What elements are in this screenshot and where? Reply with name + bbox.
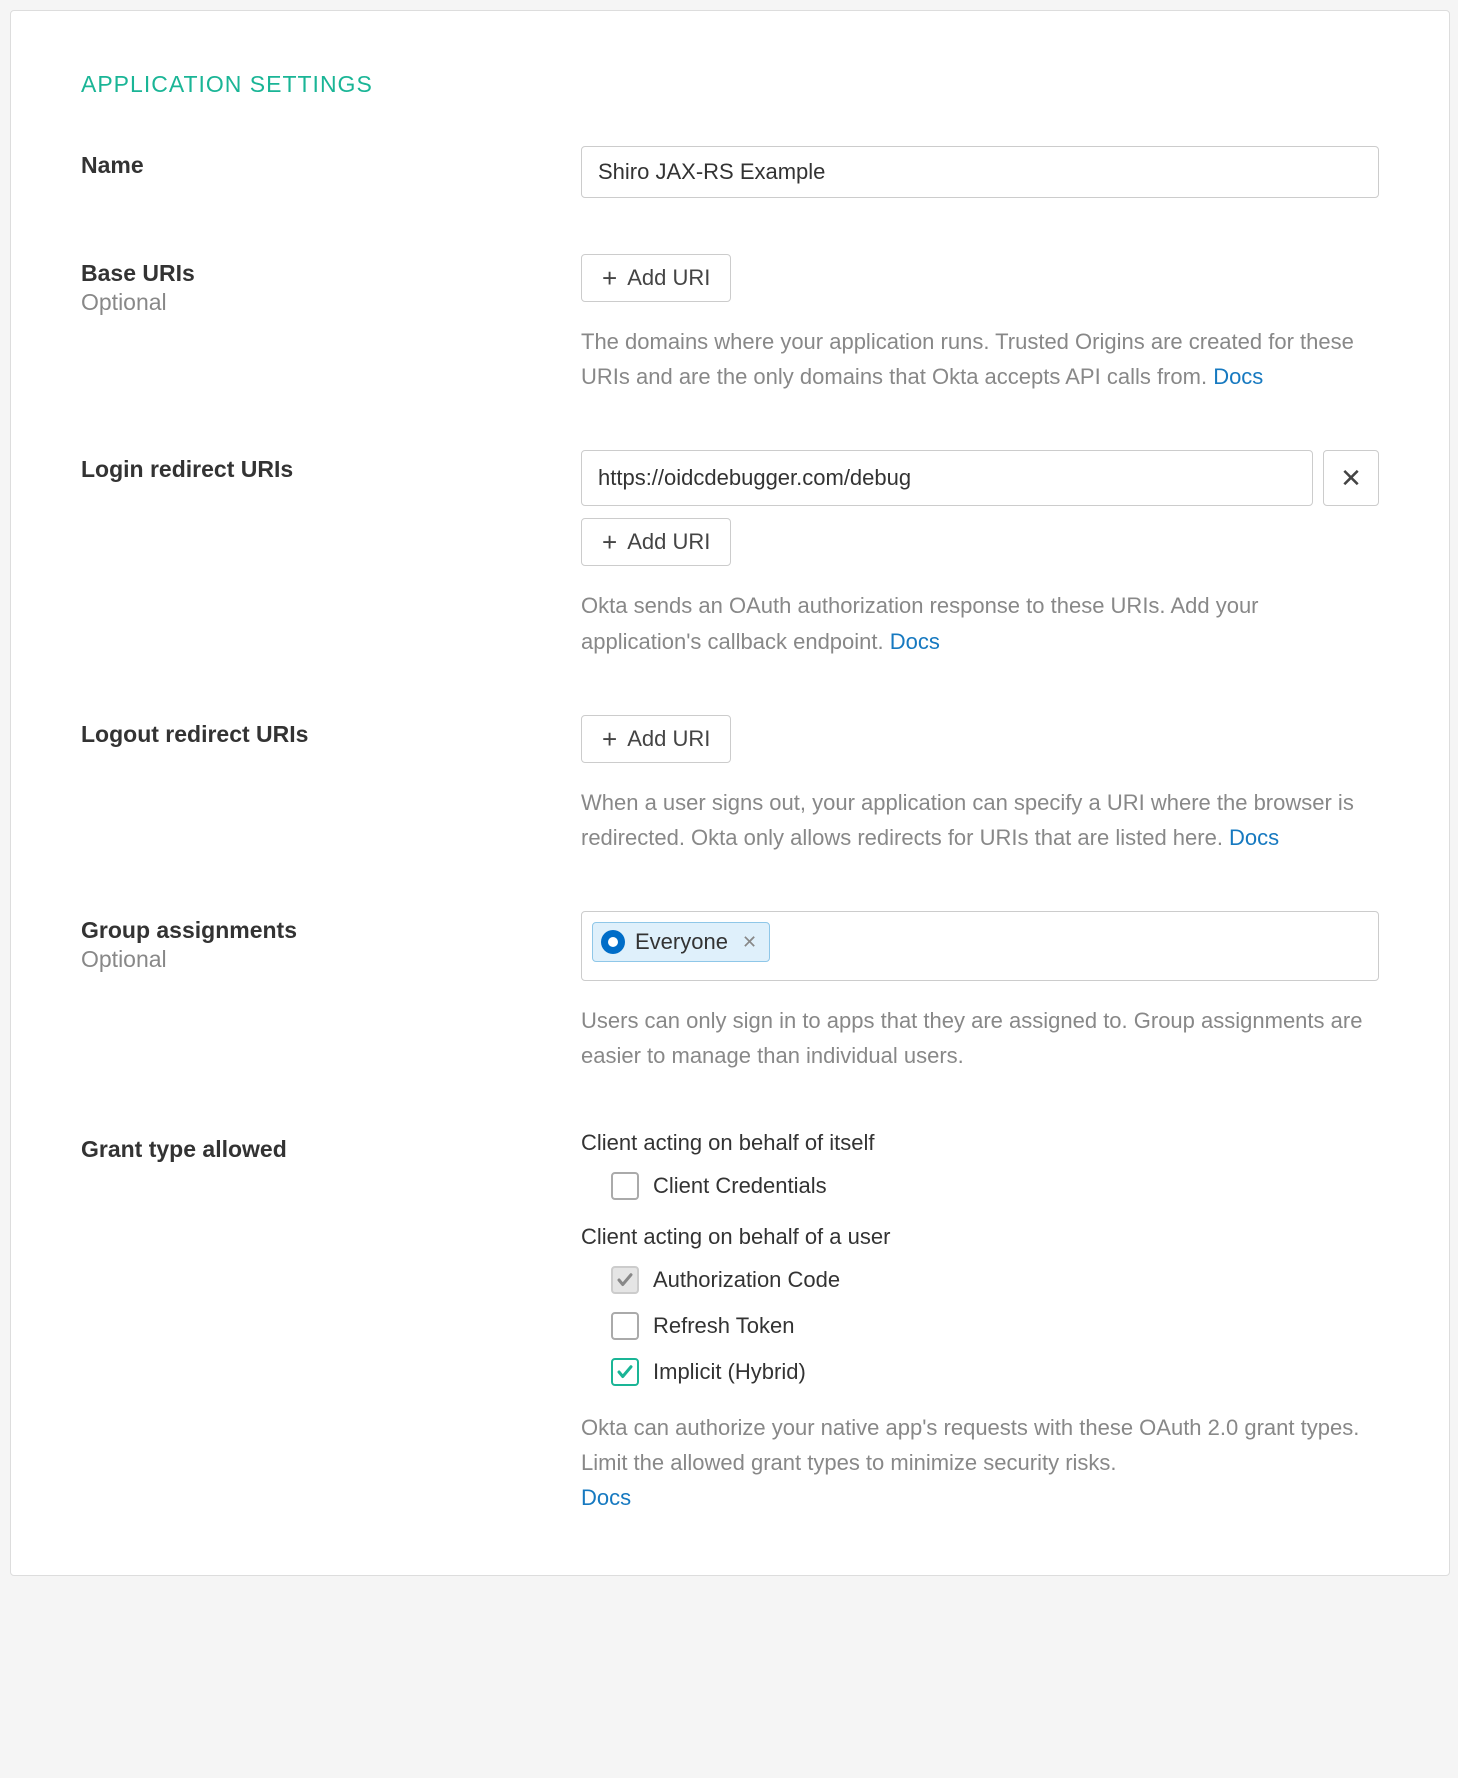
group-assignments-sublabel: Optional <box>81 946 581 973</box>
login-redirect-docs-link[interactable]: Docs <box>890 629 940 654</box>
add-uri-label: Add URI <box>627 726 710 752</box>
row-login-redirect: Login redirect URIs ✕ + Add URI Okta sen… <box>81 450 1379 658</box>
application-settings-panel: APPLICATION SETTINGS Name Base URIs Opti… <box>10 10 1450 1576</box>
client-credentials-label: Client Credentials <box>653 1173 827 1199</box>
grant-user-heading: Client acting on behalf of a user <box>581 1224 1379 1250</box>
grant-self-heading: Client acting on behalf of itself <box>581 1130 1379 1156</box>
base-uris-docs-link[interactable]: Docs <box>1213 364 1263 389</box>
base-uris-label: Base URIs <box>81 260 581 287</box>
checkbox-implicit-hybrid[interactable] <box>611 1358 639 1386</box>
base-uris-sublabel: Optional <box>81 289 581 316</box>
close-icon: ✕ <box>1340 463 1362 494</box>
logout-redirect-help: When a user signs out, your application … <box>581 785 1379 855</box>
group-chip-everyone[interactable]: Everyone ✕ <box>592 922 770 962</box>
authorization-code-label: Authorization Code <box>653 1267 840 1293</box>
plus-icon: + <box>602 265 617 291</box>
group-assignments-label: Group assignments <box>81 917 581 944</box>
group-assignments-help: Users can only sign in to apps that they… <box>581 1003 1379 1073</box>
plus-icon: + <box>602 726 617 752</box>
logout-redirect-docs-link[interactable]: Docs <box>1229 825 1279 850</box>
section-title: APPLICATION SETTINGS <box>81 71 1379 98</box>
add-logout-uri-button[interactable]: + Add URI <box>581 715 731 763</box>
refresh-token-label: Refresh Token <box>653 1313 794 1339</box>
logout-redirect-label: Logout redirect URIs <box>81 721 581 748</box>
check-icon <box>616 1271 634 1289</box>
add-base-uri-button[interactable]: + Add URI <box>581 254 731 302</box>
add-login-uri-button[interactable]: + Add URI <box>581 518 731 566</box>
checkbox-authorization-code <box>611 1266 639 1294</box>
login-redirect-help: Okta sends an OAuth authorization respon… <box>581 588 1379 658</box>
remove-login-uri-button[interactable]: ✕ <box>1323 450 1379 506</box>
chip-label: Everyone <box>635 929 728 955</box>
login-redirect-input[interactable] <box>581 450 1313 506</box>
row-grant-type: Grant type allowed Client acting on beha… <box>81 1130 1379 1516</box>
add-uri-label: Add URI <box>627 529 710 555</box>
row-group-assignments: Group assignments Optional Everyone ✕ Us… <box>81 911 1379 1073</box>
row-name: Name <box>81 146 1379 198</box>
base-uris-help: The domains where your application runs.… <box>581 324 1379 394</box>
checkbox-refresh-token[interactable] <box>611 1312 639 1340</box>
check-icon <box>616 1363 634 1381</box>
grant-type-docs-link[interactable]: Docs <box>581 1485 631 1510</box>
grant-type-help: Okta can authorize your native app's req… <box>581 1410 1379 1516</box>
plus-icon: + <box>602 529 617 555</box>
checkbox-client-credentials[interactable] <box>611 1172 639 1200</box>
implicit-label: Implicit (Hybrid) <box>653 1359 806 1385</box>
row-base-uris: Base URIs Optional + Add URI The domains… <box>81 254 1379 394</box>
grant-type-label: Grant type allowed <box>81 1136 581 1163</box>
row-logout-redirect: Logout redirect URIs + Add URI When a us… <box>81 715 1379 855</box>
group-icon <box>601 930 625 954</box>
add-uri-label: Add URI <box>627 265 710 291</box>
chip-remove-icon[interactable]: ✕ <box>742 932 757 953</box>
group-assignments-input[interactable]: Everyone ✕ <box>581 911 1379 981</box>
login-redirect-label: Login redirect URIs <box>81 456 581 483</box>
name-label: Name <box>81 152 581 179</box>
name-input[interactable] <box>581 146 1379 198</box>
